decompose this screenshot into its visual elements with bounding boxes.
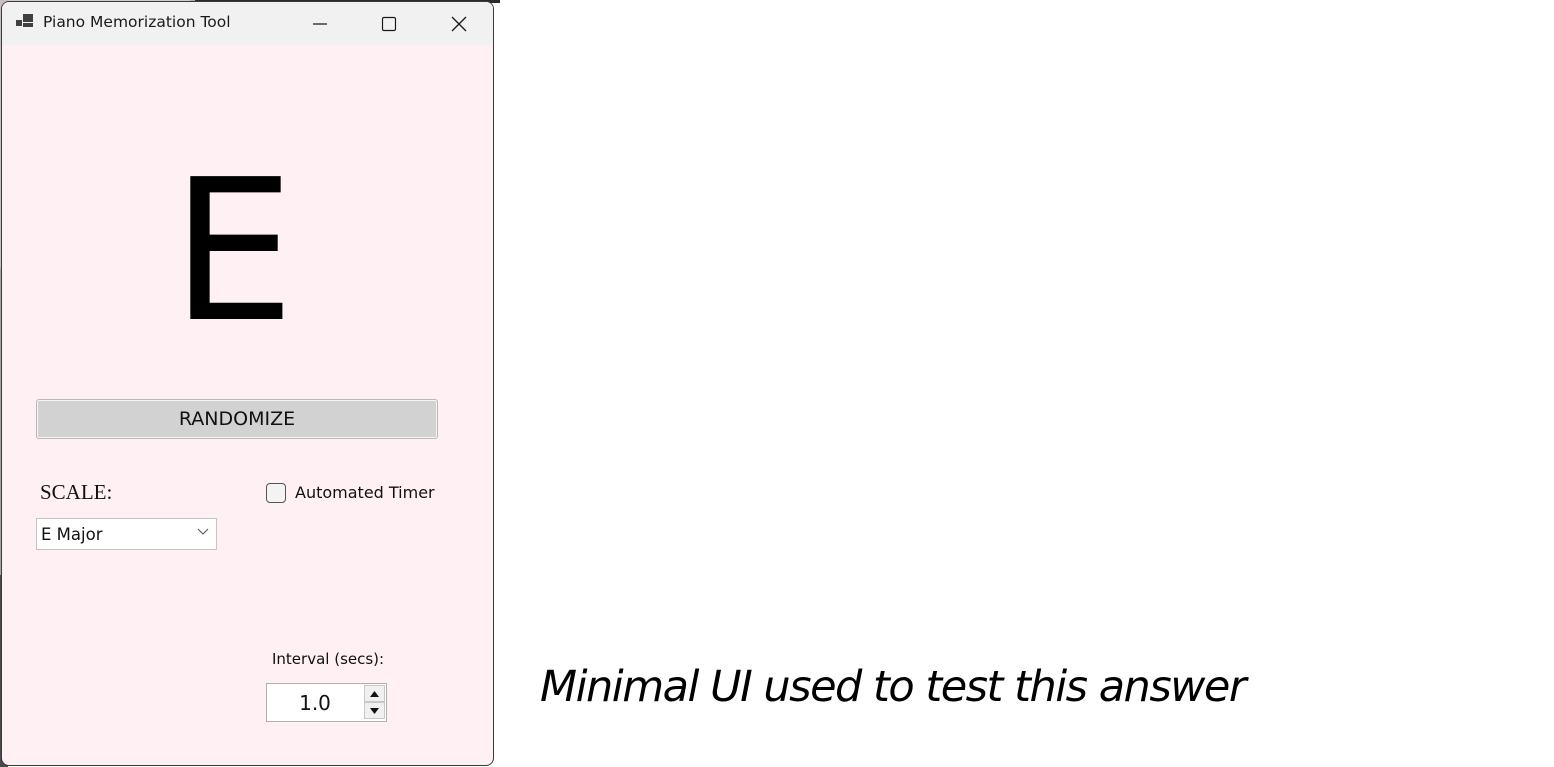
close-icon <box>451 16 467 31</box>
triangle-down-icon <box>370 707 379 714</box>
interval-label: Interval (secs): <box>272 650 385 668</box>
automated-timer-checkbox[interactable] <box>266 483 286 503</box>
maximize-button[interactable] <box>355 2 423 45</box>
scale-selected-value: E Major <box>41 525 103 544</box>
app-window-icon <box>16 14 34 30</box>
minimize-button[interactable] <box>286 2 354 45</box>
title-bar[interactable]: Piano Memorization Tool <box>2 2 493 45</box>
close-button[interactable] <box>425 2 493 45</box>
maximize-icon <box>381 16 397 31</box>
randomize-button[interactable]: RANDOMIZE <box>36 399 438 439</box>
automated-timer-label[interactable]: Automated Timer <box>295 483 435 502</box>
caption-text: Minimal UI used to test this answer <box>540 662 1247 712</box>
interval-spinner[interactable]: 1.0 <box>266 683 387 722</box>
chevron-down-icon <box>197 528 209 535</box>
window-title: Piano Memorization Tool <box>43 13 231 31</box>
spin-up-button[interactable] <box>364 685 385 702</box>
triangle-up-icon <box>370 690 379 697</box>
app-window: Piano Memorization Tool E RANDOMIZE SCAL… <box>1 1 494 766</box>
minimize-icon <box>313 22 327 25</box>
interval-value[interactable]: 1.0 <box>267 691 363 715</box>
spin-down-button[interactable] <box>364 702 385 719</box>
scale-dropdown[interactable]: E Major <box>36 518 217 550</box>
scale-label: SCALE: <box>40 480 113 504</box>
current-note-display: E <box>171 138 295 366</box>
